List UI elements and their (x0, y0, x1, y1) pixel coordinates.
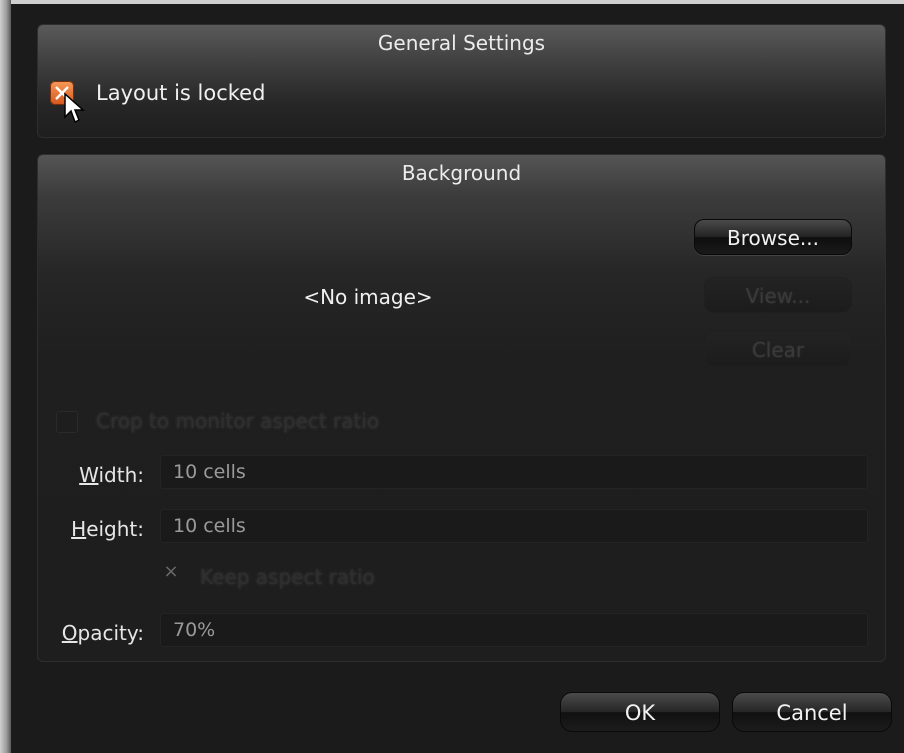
clear-button[interactable]: Clear (704, 331, 852, 367)
browse-button[interactable]: Browse... (694, 219, 852, 255)
crop-aspect-checkbox[interactable] (56, 411, 78, 433)
general-settings-panel: General Settings Layout is locked (37, 24, 886, 138)
window-top-border (0, 0, 904, 4)
height-field[interactable]: 10 cells (160, 509, 868, 543)
crop-aspect-label: Crop to monitor aspect ratio (96, 409, 380, 433)
layout-locked-label: Layout is locked (96, 81, 266, 105)
keep-aspect-label: Keep aspect ratio (200, 565, 375, 589)
opacity-label: Opacity: (61, 621, 144, 645)
general-settings-title: General Settings (377, 31, 546, 55)
mouse-cursor-icon (64, 93, 85, 124)
cancel-button[interactable]: Cancel (732, 692, 892, 732)
background-title: Background (401, 161, 522, 185)
width-label: Width: (79, 463, 144, 487)
ok-button[interactable]: OK (560, 692, 720, 732)
opacity-field[interactable]: 70% (160, 613, 868, 647)
background-panel: Background Browse... <No image> View... … (37, 154, 886, 662)
window-left-border (0, 0, 11, 753)
no-image-label: <No image> (303, 285, 433, 309)
width-field[interactable]: 10 cells (160, 455, 868, 489)
keep-aspect-checkbox[interactable]: × (160, 561, 182, 583)
view-button[interactable]: View... (704, 277, 852, 313)
height-label: Height: (71, 517, 144, 541)
